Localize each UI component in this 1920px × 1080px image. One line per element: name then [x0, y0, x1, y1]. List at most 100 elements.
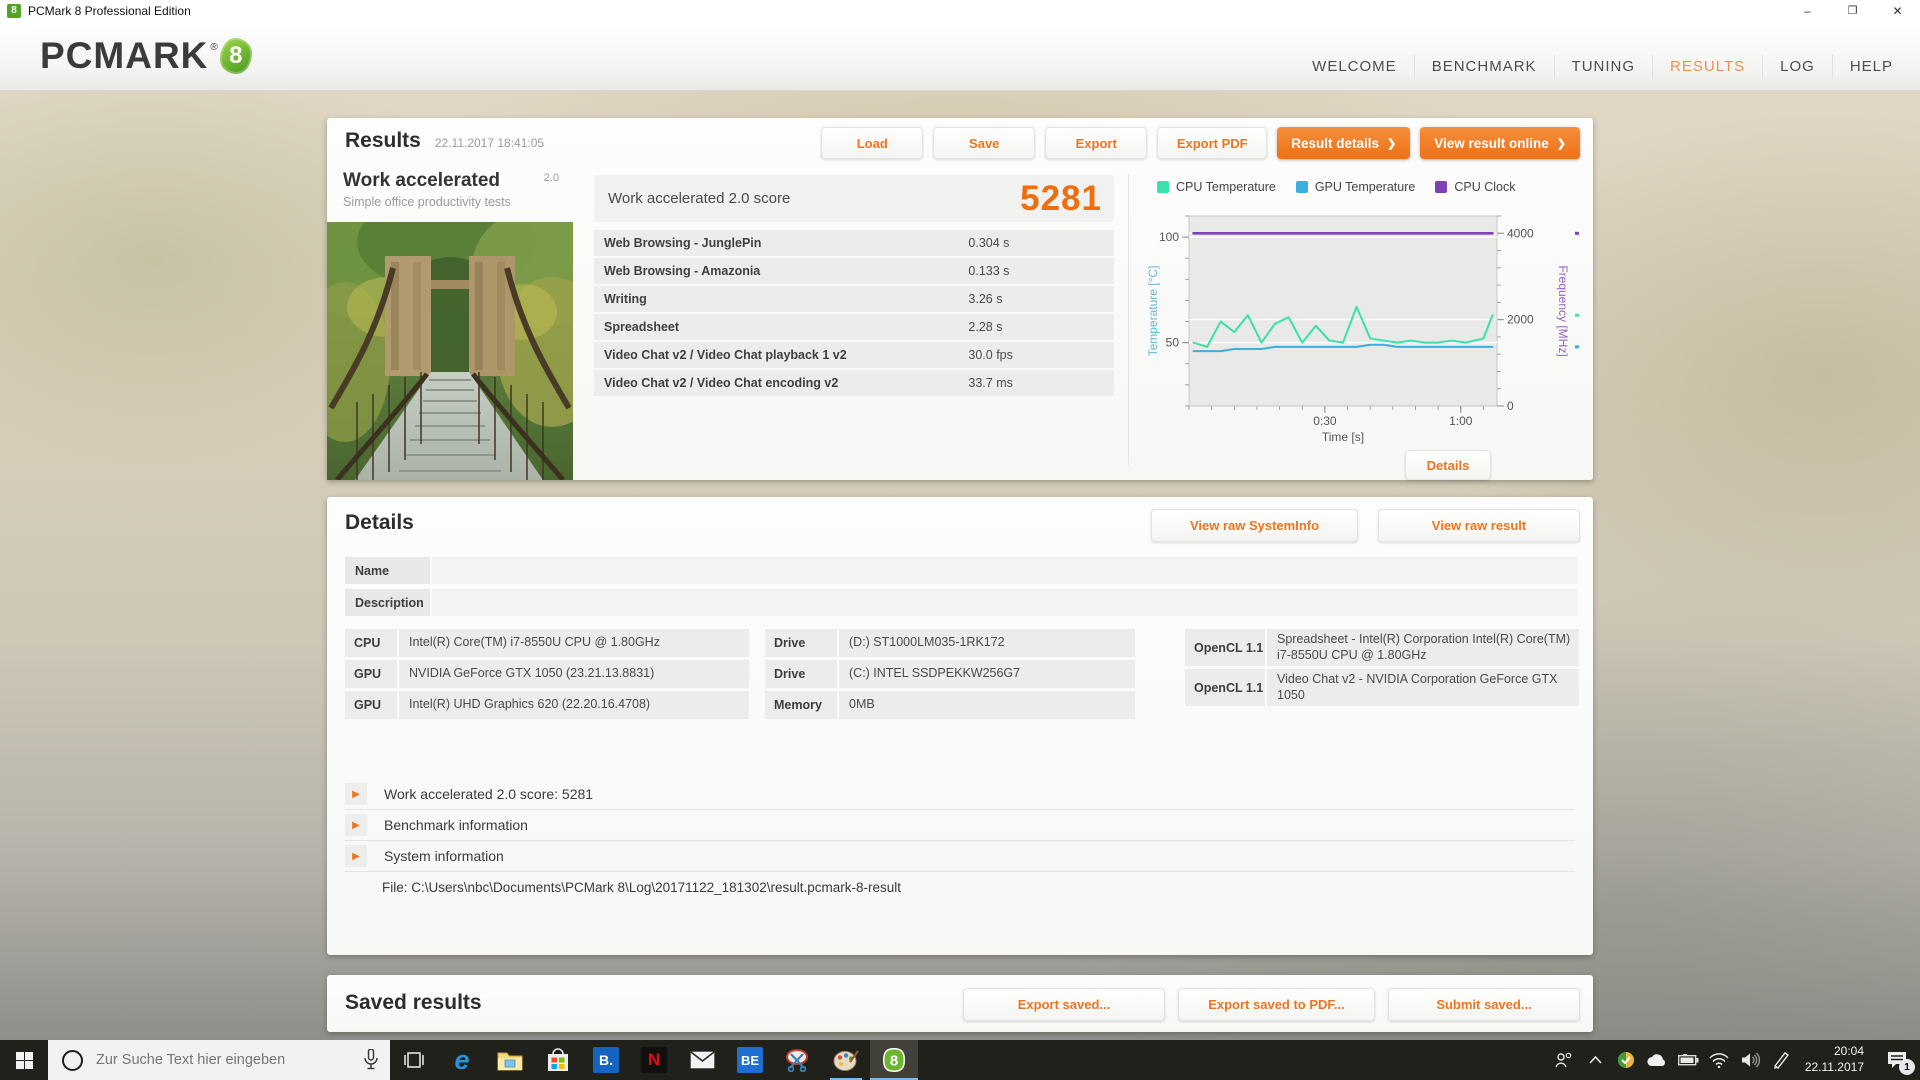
description-label: Description: [345, 589, 430, 616]
name-value[interactable]: [432, 557, 1578, 584]
spec-value: NVIDIA GeForce GTX 1050 (23.21.13.8831): [399, 660, 749, 688]
section-label: System information: [384, 848, 504, 864]
view-result-online-button[interactable]: View result online ❯: [1420, 127, 1580, 159]
tray-expand-chevron[interactable]: [1580, 1040, 1611, 1080]
name-label: Name: [345, 557, 430, 584]
results-panel: Results 22.11.2017 18:41:05 Load Save Ex…: [327, 118, 1593, 480]
battery-icon[interactable]: [1673, 1040, 1704, 1080]
onedrive-icon[interactable]: [1642, 1040, 1673, 1080]
spec-label: OpenCL 1.1: [1185, 669, 1265, 706]
section-score[interactable]: ▶ Work accelerated 2.0 score: 5281: [345, 779, 1575, 810]
close-button[interactable]: ✕: [1875, 0, 1920, 22]
spec-label: GPU: [345, 691, 397, 719]
app-icon: 8: [7, 4, 21, 18]
export-pdf-button[interactable]: Export PDF: [1157, 127, 1268, 159]
submit-saved-button[interactable]: Submit saved...: [1388, 988, 1580, 1021]
nav-help[interactable]: HELP: [1831, 55, 1910, 79]
restore-button[interactable]: ❐: [1830, 0, 1875, 22]
section-system-info[interactable]: ▶ System information: [345, 841, 1575, 872]
spec-value: Intel(R) Core(TM) i7-8550U CPU @ 1.80GHz: [399, 629, 749, 657]
svg-text:100: 100: [1159, 230, 1179, 244]
edge-browser-button[interactable]: e: [438, 1040, 486, 1080]
description-field-row: Description: [345, 589, 1578, 616]
chart-details-button[interactable]: Details: [1405, 450, 1491, 480]
metric-row: Spreadsheet 2.28 s: [594, 314, 1114, 340]
microsoft-store-button[interactable]: [534, 1040, 582, 1080]
score-box: Work accelerated 2.0 score 5281: [594, 175, 1114, 222]
test-name: Work accelerated: [343, 170, 501, 191]
microphone-icon[interactable]: [364, 1049, 378, 1070]
paint-app-button[interactable]: [822, 1040, 870, 1080]
svg-text:2000: 2000: [1507, 313, 1534, 327]
legend-label: CPU Temperature: [1176, 180, 1276, 194]
details-title: Details: [345, 511, 414, 534]
result-file-path: File: C:\Users\nbc\Documents\PCMark 8\Lo…: [382, 880, 901, 895]
description-value[interactable]: [432, 589, 1578, 616]
spec-row: OpenCL 1.1 Spreadsheet - Intel(R) Corpor…: [1185, 629, 1579, 666]
nav-tuning[interactable]: TUNING: [1553, 55, 1653, 79]
legend-cpu-clock[interactable]: CPU Clock: [1435, 180, 1515, 194]
load-button[interactable]: Load: [821, 127, 924, 159]
column-divider: [1128, 175, 1129, 465]
antivirus-icon[interactable]: [1611, 1040, 1642, 1080]
wifi-glyph: [1709, 1052, 1729, 1068]
score-value: 5281: [1020, 178, 1102, 218]
search-input[interactable]: [94, 1051, 338, 1069]
nav-results[interactable]: RESULTS: [1652, 55, 1762, 79]
mail-button[interactable]: [678, 1040, 726, 1080]
b-app-icon: B.: [593, 1047, 619, 1073]
nav-benchmark[interactable]: BENCHMARK: [1413, 55, 1554, 79]
legend-gpu-temperature[interactable]: GPU Temperature: [1295, 180, 1415, 194]
section-benchmark-info[interactable]: ▶ Benchmark information: [345, 810, 1575, 841]
taskbar-clock[interactable]: 20:04 22.11.2017: [1805, 1044, 1864, 1075]
netflix-button[interactable]: N: [630, 1040, 678, 1080]
pcmark-logo: PCMARK ® 8: [40, 35, 252, 77]
windows-logo-icon: [15, 1051, 33, 1069]
cpu-clock-swatch: [1435, 181, 1448, 193]
expand-arrow-icon: ▶: [345, 845, 367, 867]
save-button[interactable]: Save: [933, 127, 1036, 159]
result-timestamp: 22.11.2017 18:41:05: [434, 136, 545, 150]
export-saved-pdf-button[interactable]: Export saved to PDF...: [1178, 988, 1375, 1021]
metric-value: 2.28 s: [968, 320, 1003, 334]
people-icon[interactable]: [1549, 1040, 1580, 1080]
edge-icon: e: [454, 1044, 470, 1075]
pen-icon[interactable]: [1766, 1040, 1797, 1080]
taskbar-search[interactable]: [48, 1040, 390, 1080]
pcmark-taskbar-button[interactable]: 8: [870, 1040, 918, 1080]
snipping-tool-button[interactable]: [774, 1040, 822, 1080]
action-center-button[interactable]: 1: [1874, 1040, 1920, 1080]
section-label: Work accelerated 2.0 score: 5281: [384, 786, 594, 802]
svg-text:0: 0: [1507, 399, 1514, 413]
result-details-button[interactable]: Result details ❯: [1277, 127, 1411, 159]
window-titlebar: 8 PCMark 8 Professional Edition – ❐ ✕: [0, 0, 1920, 22]
file-explorer-button[interactable]: [486, 1040, 534, 1080]
clock-time: 20:04: [1833, 1044, 1864, 1059]
minimize-button[interactable]: –: [1785, 0, 1830, 22]
spec-row: GPU NVIDIA GeForce GTX 1050 (23.21.13.88…: [345, 660, 749, 688]
be-app-button[interactable]: BE: [726, 1040, 774, 1080]
view-raw-result-button[interactable]: View raw result: [1378, 509, 1580, 542]
spec-value: 0MB: [839, 691, 1135, 719]
metric-value: 33.7 ms: [968, 376, 1013, 390]
legend-cpu-temperature[interactable]: CPU Temperature: [1157, 180, 1276, 194]
volume-icon[interactable]: [1735, 1040, 1766, 1080]
monitoring-chart: 50 100 0 2000 4000 0:30 1:00 Time [s] Temperatur…: [1145, 206, 1585, 456]
metric-row: Writing 3.26 s: [594, 286, 1114, 312]
nav-log[interactable]: LOG: [1762, 55, 1832, 79]
wifi-icon[interactable]: [1704, 1040, 1735, 1080]
export-button[interactable]: Export: [1045, 127, 1148, 159]
svg-text:1:00: 1:00: [1449, 414, 1473, 428]
task-view-button[interactable]: [390, 1040, 438, 1080]
b-app-button[interactable]: B.: [582, 1040, 630, 1080]
metric-row: Web Browsing - Amazonia 0.133 s: [594, 258, 1114, 284]
leaf-8-icon: 8: [219, 38, 252, 74]
export-saved-button[interactable]: Export saved...: [963, 988, 1165, 1021]
nav-welcome[interactable]: WELCOME: [1295, 55, 1414, 79]
be-app-icon: BE: [737, 1047, 763, 1073]
start-button[interactable]: [0, 1040, 48, 1080]
metric-value: 3.26 s: [968, 292, 1003, 306]
view-raw-systeminfo-button[interactable]: View raw SystemInfo: [1151, 509, 1358, 542]
metric-label: Web Browsing - JunglePin: [604, 236, 762, 250]
notification-badge: 1: [1899, 1059, 1915, 1075]
